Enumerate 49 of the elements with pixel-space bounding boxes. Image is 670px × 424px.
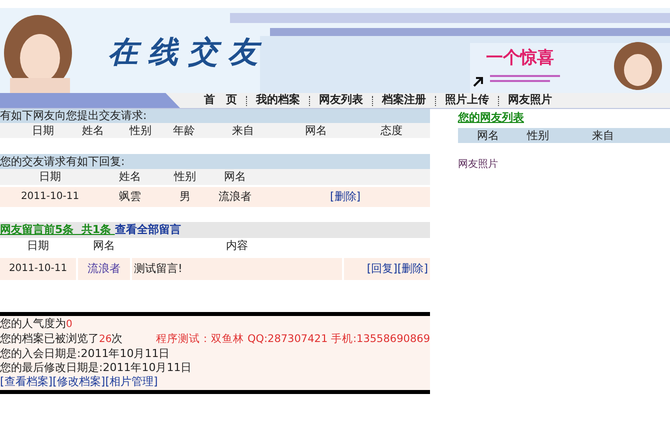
reply-link[interactable]: [回复] [366, 258, 398, 280]
delete-link[interactable]: [删除] [397, 258, 428, 280]
column-header: 内容 [225, 238, 249, 254]
delete-link[interactable]: [删除] [330, 187, 361, 207]
popularity-text: 您的人气度为0 [0, 317, 74, 332]
table-cell-text: 流浪者 [218, 189, 252, 205]
column-header: 态度 [379, 123, 404, 138]
column-header: 姓名 [80, 123, 105, 138]
nav-link[interactable]: 网友列表 [319, 92, 363, 109]
messages-link[interactable]: 网友留言前5条 共1条 [0, 223, 115, 236]
section-header: 有如下网友向您提出交友请求: [0, 109, 430, 123]
modified-date-text: 您的最后修改日期是:2011年10月11日 [0, 361, 193, 375]
table-cell-text: 2011-10-11 [20, 190, 80, 204]
column-header: 日期 [30, 123, 55, 138]
profile-link[interactable]: [相片管理] [105, 375, 158, 389]
profile-link[interactable]: [修改档案] [52, 375, 106, 389]
table-cell: 测试留言! [132, 258, 342, 280]
column-header: 来自 [591, 128, 615, 142]
site-title: 在线交友 [108, 35, 268, 70]
nav-link[interactable]: 照片上传 [445, 92, 489, 109]
table-cell-text: 男 [178, 189, 192, 205]
column-header: 网名 [92, 238, 116, 254]
column-header: 日期 [26, 238, 50, 254]
column-header: 性别 [526, 128, 550, 142]
table-cell: 2011-10-11 [0, 258, 76, 280]
nav-link[interactable]: 网友照片 [508, 92, 552, 109]
view-all-link[interactable]: 查看全部留言 [114, 223, 181, 236]
column-header: 网名 [304, 123, 328, 138]
nav-link[interactable]: 首 页 [204, 92, 237, 109]
views-text: 您的档案已被浏览了26次 [0, 332, 124, 347]
column-header: 性别 [128, 123, 153, 138]
friend-photos-link[interactable]: 网友照片 [458, 158, 498, 170]
column-header: 网名 [223, 169, 247, 185]
column-header: 年龄 [172, 123, 196, 138]
column-header: 性别 [172, 169, 197, 185]
column-header: 日期 [38, 169, 62, 185]
nav-link[interactable]: 档案注册 [382, 92, 426, 109]
join-date-text: 您的入会日期是:2011年10月11日 [0, 347, 171, 361]
nav-link[interactable]: 我的档案 [256, 92, 300, 109]
column-header: 姓名 [118, 169, 142, 185]
column-header: 网名 [476, 128, 500, 142]
table-cell-text: 飒雲 [118, 189, 142, 205]
column-header: 来自 [231, 123, 256, 138]
profile-link[interactable]: [查看档案] [0, 375, 53, 389]
section-header: 您的交友请求有如下回复: [0, 154, 430, 169]
promo-text: 一个惊喜 [486, 48, 554, 68]
friend-list-link[interactable]: 您的网友列表 [458, 111, 524, 124]
nickname-link[interactable]: 流浪者 [78, 258, 130, 280]
credit-text: 程序测试：双鱼林 QQ:287307421 手机:13558690869 [156, 332, 430, 347]
